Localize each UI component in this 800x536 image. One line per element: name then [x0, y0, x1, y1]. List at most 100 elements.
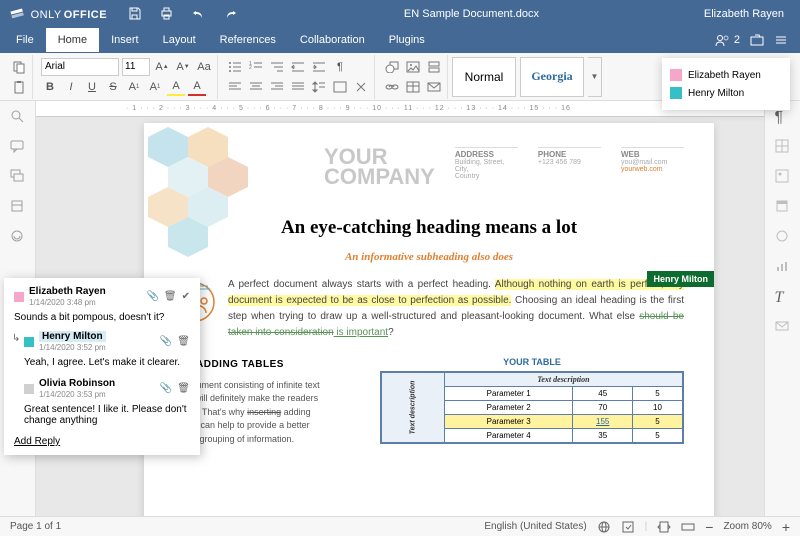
header-settings-icon[interactable] — [775, 199, 791, 215]
right-rail: ¶ T — [764, 101, 800, 516]
align-center-icon[interactable] — [247, 78, 265, 96]
comment-user-swatch — [24, 384, 34, 394]
comment-user-swatch — [14, 292, 24, 302]
font-name-select[interactable] — [41, 58, 119, 76]
section-title[interactable]: ADDING TABLES — [196, 359, 284, 370]
open-location-icon[interactable] — [750, 34, 764, 46]
insert-pagebreak-icon[interactable] — [425, 58, 443, 76]
insert-image-icon[interactable] — [404, 58, 422, 76]
increase-indent-icon[interactable] — [310, 58, 328, 76]
textart-settings-icon[interactable]: T — [775, 289, 791, 305]
zoom-indicator[interactable]: Zoom 80% — [723, 521, 771, 532]
menu-file[interactable]: File — [4, 28, 46, 52]
settings-icon[interactable] — [774, 34, 788, 46]
navigation-icon[interactable] — [10, 199, 26, 215]
chart-settings-icon[interactable] — [775, 259, 791, 275]
document-title: EN Sample Document.docx — [239, 8, 704, 20]
comment-body: Sounds a bit pompous, doesn't it? — [14, 312, 190, 323]
style-georgia[interactable]: Georgia — [520, 57, 584, 97]
font-size-select[interactable] — [122, 58, 150, 76]
superscript-icon[interactable]: A1 — [125, 78, 143, 96]
search-icon[interactable] — [10, 109, 26, 125]
paste-icon[interactable] — [10, 78, 28, 96]
italic-icon[interactable]: I — [62, 78, 80, 96]
strikethrough-icon[interactable]: S — [104, 78, 122, 96]
user-color-swatch — [670, 87, 682, 99]
redo-icon[interactable] — [221, 5, 239, 23]
delete-icon[interactable]: 🗑 — [177, 336, 190, 347]
bold-icon[interactable]: B — [41, 78, 59, 96]
paragraph-settings-icon[interactable]: ¶ — [775, 109, 791, 125]
font-color-icon[interactable]: A — [188, 78, 206, 96]
menu-plugins[interactable]: Plugins — [377, 28, 437, 52]
zoom-out-icon[interactable]: − — [705, 519, 713, 535]
clear-style-icon[interactable] — [352, 78, 370, 96]
insert-shape-icon[interactable] — [383, 58, 401, 76]
doc-paragraph[interactable]: A perfect document always starts with a … — [174, 277, 684, 341]
comment-date: 1/14/2020 3:48 pm — [29, 298, 106, 307]
collab-users-icon[interactable]: 2 — [715, 34, 740, 46]
add-reply-button[interactable]: Add Reply — [14, 436, 190, 447]
insert-link-icon[interactable] — [383, 78, 401, 96]
copy-icon[interactable] — [10, 58, 28, 76]
user-label: Elizabeth Rayen — [688, 70, 761, 81]
shape-settings-icon[interactable] — [775, 229, 791, 245]
attach-icon[interactable]: 📎 — [160, 383, 172, 394]
print-icon[interactable] — [157, 5, 175, 23]
tracked-insert[interactable]: is important — [334, 327, 388, 338]
line-spacing-icon[interactable] — [310, 78, 328, 96]
mailmerge-icon[interactable] — [425, 78, 443, 96]
multilevel-icon[interactable] — [268, 58, 286, 76]
nonprinting-icon[interactable]: ¶ — [331, 58, 349, 76]
attach-icon[interactable]: 📎 — [146, 291, 158, 302]
align-right-icon[interactable] — [268, 78, 286, 96]
hex-decoration — [138, 117, 278, 277]
current-user-name[interactable]: Elizabeth Rayen — [704, 8, 784, 20]
table-settings-icon[interactable] — [775, 139, 791, 155]
paragraph-fill-icon[interactable] — [331, 78, 349, 96]
menu-bar: File Home Insert Layout References Colla… — [0, 27, 800, 53]
feedback-icon[interactable] — [10, 229, 26, 245]
increase-font-icon[interactable]: A▲ — [153, 58, 171, 76]
doc-table[interactable]: Text descriptionText description Paramet… — [380, 371, 684, 444]
delete-icon[interactable]: 🗑 — [164, 291, 177, 302]
table-title[interactable]: YOUR TABLE — [380, 357, 684, 367]
mailmerge-settings-icon[interactable] — [775, 319, 791, 335]
fit-page-icon[interactable] — [657, 521, 671, 533]
zoom-in-icon[interactable]: + — [782, 519, 790, 535]
trackchanges-icon[interactable] — [621, 521, 635, 533]
delete-icon[interactable]: 🗑 — [177, 383, 190, 394]
undo-icon[interactable] — [189, 5, 207, 23]
chat-icon[interactable] — [10, 169, 26, 185]
menu-insert[interactable]: Insert — [99, 28, 151, 52]
highlight-icon[interactable]: A — [167, 78, 185, 96]
decrease-indent-icon[interactable] — [289, 58, 307, 76]
menu-layout[interactable]: Layout — [151, 28, 208, 52]
insert-table-icon[interactable] — [404, 78, 422, 96]
resolve-icon[interactable]: ✔ — [182, 291, 190, 302]
numbering-icon[interactable]: 12 — [247, 58, 265, 76]
language-indicator[interactable]: English (United States) — [484, 521, 586, 532]
attach-icon[interactable]: 📎 — [160, 336, 172, 347]
fit-width-icon[interactable] — [681, 521, 695, 533]
subscript-icon[interactable]: A1 — [146, 78, 164, 96]
bullets-icon[interactable] — [226, 58, 244, 76]
style-normal[interactable]: Normal — [452, 57, 516, 97]
menu-collaboration[interactable]: Collaboration — [288, 28, 377, 52]
decrease-font-icon[interactable]: A▼ — [174, 58, 192, 76]
save-icon[interactable] — [125, 5, 143, 23]
change-case-icon[interactable]: Aa — [195, 58, 213, 76]
collaborator-cursor-tag: Henry Milton — [647, 271, 714, 287]
menu-home[interactable]: Home — [46, 28, 99, 52]
underline-icon[interactable]: U — [83, 78, 101, 96]
align-left-icon[interactable] — [226, 78, 244, 96]
page-indicator[interactable]: Page 1 of 1 — [10, 521, 61, 532]
comments-icon[interactable] — [10, 139, 26, 155]
style-dropdown-icon[interactable]: ▼ — [588, 57, 602, 97]
ruler[interactable]: · 1 · · · 2 · · · 3 · · · 4 · · · 5 · · … — [36, 101, 764, 117]
image-settings-icon[interactable] — [775, 169, 791, 185]
align-justify-icon[interactable] — [289, 78, 307, 96]
spellcheck-icon[interactable] — [597, 521, 611, 533]
menu-references[interactable]: References — [208, 28, 288, 52]
page[interactable]: YOUR COMPANY ADDRESSBuilding, Street, Ci… — [144, 123, 714, 516]
